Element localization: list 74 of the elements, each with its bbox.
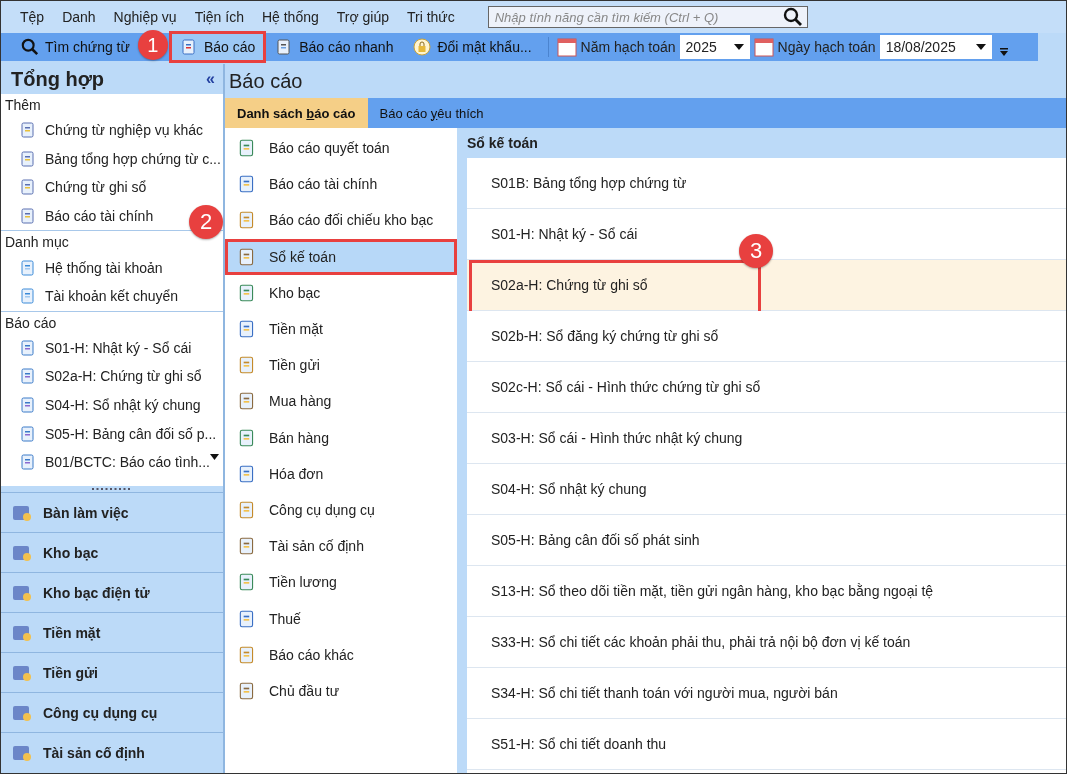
toolbar-button[interactable]: Đổi mật khẩu... bbox=[405, 34, 540, 60]
category-item[interactable]: Báo cáo khác bbox=[225, 636, 457, 673]
tree-item[interactable]: Chứng từ ghi sổ bbox=[45, 179, 147, 196]
document-icon bbox=[19, 258, 37, 277]
caret-icon bbox=[975, 44, 986, 50]
category-item[interactable]: Chủ đầu tư bbox=[225, 672, 457, 709]
category-item[interactable]: Bán hàng bbox=[225, 419, 457, 456]
category-item[interactable]: Tài sản cố định bbox=[225, 528, 457, 565]
sidebar-title: Tổng hợp bbox=[11, 67, 105, 91]
tree-item[interactable]: S04-H: Sổ nhật ký chung bbox=[45, 397, 201, 414]
calendar-icon bbox=[753, 37, 774, 57]
report-icon bbox=[179, 38, 198, 56]
document-icon bbox=[19, 287, 37, 306]
section-heading: Báo cáo bbox=[1, 310, 223, 334]
document-icon bbox=[19, 121, 37, 140]
category-item[interactable]: Thuế bbox=[225, 600, 457, 637]
tree-item[interactable]: Tài khoản kết chuyển bbox=[45, 288, 179, 305]
category-item[interactable]: Hóa đơn bbox=[225, 455, 457, 492]
menu-item[interactable]: Danh bbox=[53, 9, 105, 25]
year-label: Năm hạch toán bbox=[580, 39, 676, 55]
document-magnifier-icon bbox=[19, 396, 37, 415]
document-icon bbox=[19, 178, 37, 197]
step-badge: 1 bbox=[137, 30, 168, 60]
document-magnifier-icon bbox=[19, 367, 37, 386]
toolbar-button[interactable]: Tìm chứng từ bbox=[13, 34, 138, 60]
toolbar-button[interactable]: Báo cáo nhanh bbox=[267, 34, 402, 60]
category-item[interactable]: Báo cáo tài chính bbox=[225, 166, 457, 203]
menu-item[interactable]: Hệ thống bbox=[252, 9, 328, 25]
category-item[interactable]: Tiền gửi bbox=[225, 347, 457, 384]
category-item[interactable]: Tiền mặt bbox=[225, 310, 457, 348]
toolbar-button[interactable]: Báo cáo bbox=[171, 34, 264, 60]
category-item[interactable]: Tiền lương bbox=[225, 564, 457, 601]
scroll-down-icon[interactable] bbox=[210, 453, 219, 460]
tree-item[interactable]: S05-H: Bảng cân đối số p... bbox=[45, 425, 217, 442]
report-row[interactable]: S02a-H: Chứng từ ghi sổ bbox=[467, 260, 1066, 311]
document-icon bbox=[19, 149, 37, 168]
tree-item[interactable]: S02a-H: Chứng từ ghi sổ bbox=[45, 368, 202, 385]
calendar-icon bbox=[556, 37, 577, 57]
splitter-grip[interactable] bbox=[92, 487, 132, 491]
category-item[interactable]: Báo cáo quyết toán bbox=[225, 130, 457, 167]
menu-item[interactable]: Nghiệp vụ bbox=[104, 9, 186, 25]
tree-item[interactable]: S01-H: Nhật ký - Sổ cái bbox=[45, 339, 192, 356]
tab[interactable]: Báo cáo yêu thích bbox=[367, 98, 496, 128]
document-icon bbox=[19, 207, 37, 226]
caret-icon bbox=[733, 44, 744, 50]
menu-item[interactable]: Tri thức bbox=[398, 9, 464, 25]
overflow-icon[interactable] bbox=[999, 48, 1008, 56]
section-heading: Thêm bbox=[4, 96, 42, 115]
search-field[interactable]: Nhập tính năng cần tìm kiếm (Ctrl + Q) bbox=[487, 6, 808, 28]
tree-item[interactable]: Chứng từ nghiệp vụ khác bbox=[45, 122, 204, 139]
tree-item[interactable]: Báo cáo tài chính bbox=[45, 208, 154, 225]
menu-item[interactable]: Trợ giúp bbox=[327, 9, 398, 25]
date-label: Ngày hạch toán bbox=[777, 39, 876, 55]
date-picker[interactable]: 18/08/2025 bbox=[879, 35, 992, 59]
collapse-button[interactable]: « bbox=[206, 70, 215, 88]
tab[interactable]: Danh sách báo cáo bbox=[225, 98, 368, 128]
search-icon bbox=[21, 38, 39, 56]
document-magnifier-icon bbox=[19, 424, 37, 443]
category-item[interactable]: Mua hàng bbox=[225, 383, 457, 420]
tree-item[interactable]: Bảng tổng hợp chứng từ c... bbox=[45, 150, 221, 167]
tree-item[interactable]: B01/BCTC: Báo cáo tình... bbox=[45, 454, 210, 471]
category-item[interactable]: Kho bạc bbox=[225, 274, 457, 311]
list-title: Sổ kế toán bbox=[466, 134, 539, 153]
category-item[interactable]: Công cụ dụng cụ bbox=[225, 491, 457, 529]
menu-item[interactable]: Tiện ích bbox=[185, 9, 253, 25]
document-magnifier-icon bbox=[19, 453, 37, 472]
document-magnifier-icon bbox=[19, 338, 37, 357]
year-dropdown[interactable]: 2025 bbox=[679, 35, 750, 59]
search-icon bbox=[782, 7, 803, 27]
tree-item[interactable]: Hệ thống tài khoản bbox=[45, 259, 163, 276]
menu-item[interactable]: Tệp bbox=[11, 9, 54, 25]
category-item[interactable]: Báo cáo đối chiếu kho bạc bbox=[225, 202, 457, 239]
report-row[interactable]: S02b-H: Sổ đăng ký chứng từ ghi sổ bbox=[467, 311, 1066, 362]
lock-icon bbox=[413, 38, 432, 56]
